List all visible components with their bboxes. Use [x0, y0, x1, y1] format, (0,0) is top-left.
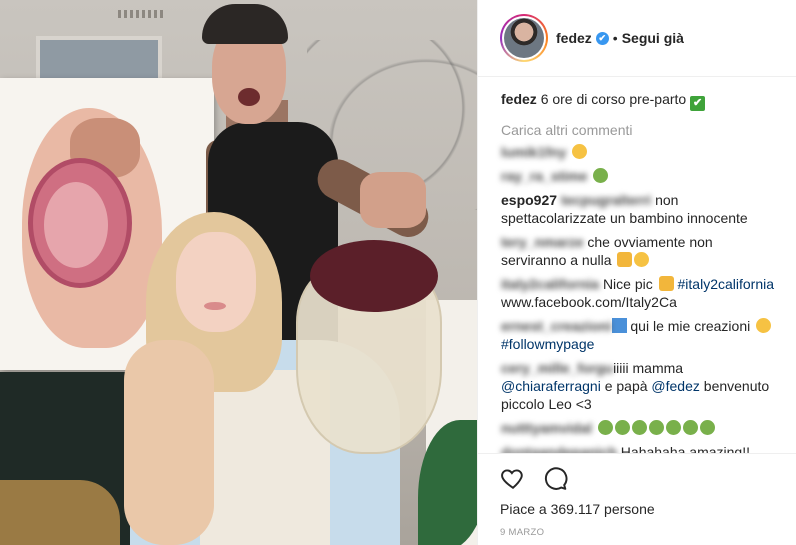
comment-item: nutttyamvidal [501, 419, 775, 437]
emoji-icon [699, 420, 715, 435]
emoji-icon [593, 168, 609, 183]
load-more-comments-button[interactable]: Carica altri commenti [501, 121, 775, 139]
comment-item: ernest_creazioni qui le mie creazioni #f… [501, 317, 775, 353]
emoji-icon [682, 420, 698, 435]
comment-username[interactable]: cery_mille_forgu [501, 360, 613, 376]
hashtag-link[interactable]: #italy2california [678, 276, 775, 292]
emoji-icon [665, 420, 681, 435]
post-photo[interactable] [0, 0, 477, 545]
emoji-icon [631, 420, 647, 435]
comment-username[interactable]: ray_ra_stime [501, 168, 587, 184]
mention-link[interactable]: @chiaraferragni [501, 378, 601, 394]
comment-username[interactable]: lumik1fny [501, 144, 566, 160]
comment-username[interactable]: ernest_creazioni [501, 318, 612, 334]
mention-link[interactable]: @fedez [651, 378, 699, 394]
comment-item: italy2california Nice pic #italy2califor… [501, 275, 775, 311]
smile-emoji-icon [756, 318, 772, 333]
man-cap [202, 4, 288, 44]
doll-legs [124, 340, 214, 545]
comment-text: iiiii mamma [613, 360, 684, 376]
comment-username[interactable]: nutttyamvidal [501, 420, 592, 436]
emoji-icon [614, 420, 630, 435]
check-emoji-icon: ✔ [690, 96, 706, 111]
action-icons [500, 464, 775, 492]
woman-lips [204, 302, 226, 310]
avatar[interactable] [500, 14, 548, 62]
doll-head [310, 240, 438, 312]
follow-button[interactable]: Segui già [622, 30, 684, 46]
poster-baby [44, 182, 108, 268]
comment-username[interactable]: italy2california [501, 276, 599, 292]
post-caption: fedez 6 ore di corso pre-parto ✔ [501, 90, 775, 111]
emoji-icon [648, 420, 664, 435]
photo-gold-table [0, 480, 120, 545]
woman-face [176, 232, 256, 332]
thumbs-up-emoji-icon [617, 252, 633, 267]
comments-list[interactable]: fedez 6 ore di corso pre-parto ✔ Carica … [478, 77, 796, 453]
comment-item: espo927 tecpugralterri non spettacolariz… [501, 191, 775, 227]
emoji-icon [572, 144, 588, 159]
avatar-image [504, 18, 544, 58]
post-header: fedez ✔ • Segui già [478, 0, 796, 77]
comment-text-mid: e papà [604, 378, 648, 394]
square-emoji-icon [611, 318, 627, 333]
comment-text: Nice pic [602, 276, 653, 292]
comment-icon[interactable] [542, 465, 568, 491]
photo-vent [118, 10, 164, 18]
comment-item: cery_mille_forguiiiii mamma @chiaraferra… [501, 359, 775, 413]
post-side-panel: fedez ✔ • Segui già fedez 6 ore di corso… [477, 0, 796, 545]
thumbs-up-emoji-icon [658, 276, 674, 291]
comment-hidden-text: tecpugralterri [560, 192, 652, 208]
comment-username[interactable]: dontaandepanich [501, 444, 617, 453]
comment-username[interactable]: espo927 [501, 192, 557, 208]
likes-count[interactable]: Piace a 369.117 persone [500, 501, 775, 517]
comment-username[interactable]: tery_nmarze [501, 234, 584, 250]
comment-url-text: www.facebook.com/Italy2Ca [501, 294, 677, 310]
hashtag-link[interactable]: #followmypage [501, 336, 594, 352]
avatar-frame [502, 16, 546, 60]
emoji-icon [597, 420, 613, 435]
man-hand [360, 172, 426, 228]
heart-icon[interactable] [500, 465, 526, 491]
verified-badge-icon: ✔ [595, 31, 609, 45]
comment-item: ray_ra_stime [501, 167, 775, 185]
post-username[interactable]: fedez [556, 30, 592, 46]
header-separator: • [612, 30, 618, 46]
post-actions: Piace a 369.117 persone 9 MARZO [478, 453, 796, 545]
comment-item: dontaandepanich Hahahaha amazing!! Enjoy [501, 443, 775, 453]
smile-emoji-icon [634, 252, 650, 267]
man-mouth [238, 88, 260, 106]
comment-text: qui le mie creazioni [630, 318, 751, 334]
comment-item: lumik1fny [501, 143, 775, 161]
comment-item: tery_nmarze che ovviamente non servirann… [501, 233, 775, 269]
caption-username[interactable]: fedez [501, 91, 537, 107]
post-date: 9 MARZO [500, 527, 545, 538]
caption-text: 6 ore di corso pre-parto [540, 91, 687, 107]
